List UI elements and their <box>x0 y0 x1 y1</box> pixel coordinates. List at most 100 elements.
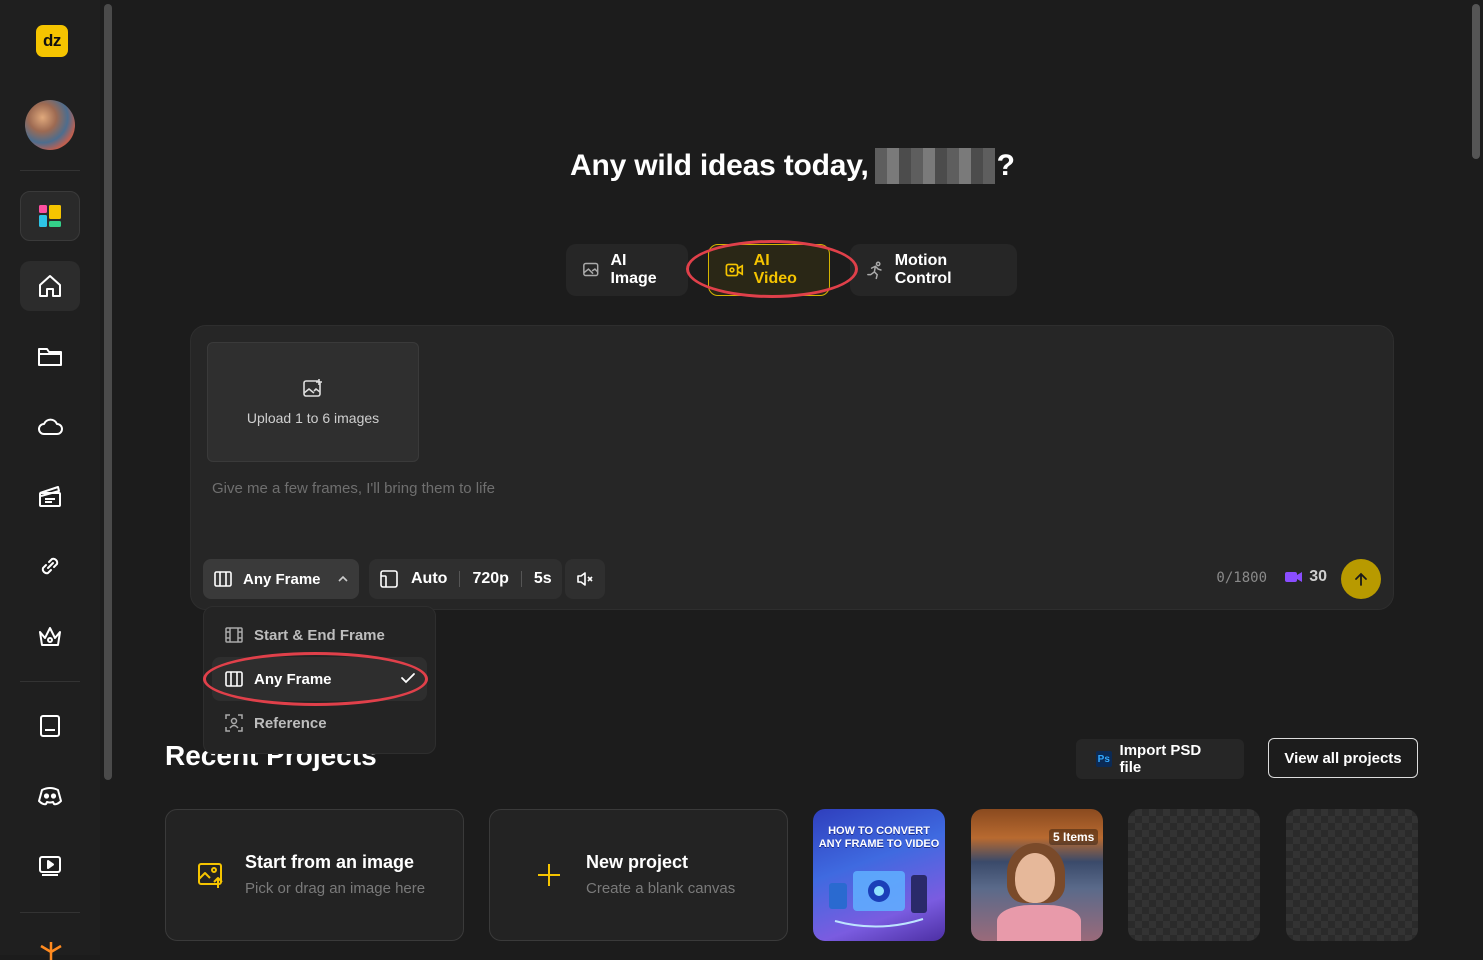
tab-motion-control-label: Motion Control <box>894 252 952 287</box>
sidebar-item-home[interactable] <box>20 261 80 311</box>
option-label: Reference <box>254 714 327 732</box>
aspect-ratio-icon <box>380 570 398 588</box>
frame-mode-select[interactable]: Any Frame <box>203 559 359 599</box>
speaker-muted-icon <box>577 572 593 586</box>
image-upload-area[interactable]: Upload 1 to 6 images <box>207 342 419 462</box>
dropdown-option-reference[interactable]: Reference <box>212 701 427 745</box>
project-thumbnail-empty[interactable] <box>1286 809 1418 941</box>
sidebar-item-integrations[interactable] <box>20 541 80 591</box>
sidebar-item-video[interactable] <box>20 841 80 891</box>
dropdown-option-start-end-frame[interactable]: Start & End Frame <box>212 613 427 657</box>
clapperboard-icon <box>39 486 61 507</box>
check-icon <box>401 673 415 684</box>
separator <box>520 571 522 587</box>
resolution-label: 720p <box>472 570 509 587</box>
tab-ai-image-label: AI Image <box>610 252 657 287</box>
image-icon <box>583 262 599 277</box>
greeting-end: ? <box>996 149 1015 182</box>
sidebar-item-premium[interactable] <box>20 611 80 661</box>
plus-icon <box>538 864 560 886</box>
sidebar-item-templates[interactable] <box>20 471 80 521</box>
sidebar-scrollbar[interactable] <box>102 0 114 955</box>
credit-cost: 30 <box>1285 568 1327 586</box>
video-credit-icon <box>1285 572 1303 582</box>
option-label: Start & End Frame <box>254 626 385 644</box>
sidebar-item-apps[interactable] <box>20 191 80 241</box>
crown-icon <box>39 627 61 646</box>
tab-ai-video-label: AI Video <box>753 252 797 287</box>
greeting-text: Any wild ideas today, <box>570 149 869 182</box>
sidebar-item-tutorials[interactable] <box>20 701 80 751</box>
sidebar-divider <box>20 912 80 913</box>
view-all-projects-button[interactable]: View all projects <box>1268 738 1418 778</box>
new-project-card[interactable]: New project Create a blank canvas <box>489 809 788 941</box>
aspect-label: Auto <box>411 570 448 587</box>
frame-mode-label: Any Frame <box>243 570 321 588</box>
tab-motion-control[interactable]: Motion Control <box>850 244 1017 296</box>
page-scrollbar[interactable] <box>1469 0 1483 955</box>
import-psd-label: Import PSD file <box>1119 742 1202 776</box>
thumbnail-photo <box>997 905 1081 941</box>
project-thumbnail-empty[interactable] <box>1128 809 1260 941</box>
sidebar-item-folder[interactable] <box>20 331 80 381</box>
gift-icon[interactable] <box>38 940 64 960</box>
thumbnail-caption-line: ANY FRAME TO VIDEO <box>818 838 940 850</box>
user-avatar[interactable] <box>25 100 75 150</box>
blurred-username <box>874 148 995 184</box>
cloud-icon <box>38 418 63 435</box>
composer-toolbar: Any Frame Auto 720p 5s 0/1800 30 <box>203 559 1381 599</box>
separator <box>459 571 461 587</box>
thumbnail-photo <box>1015 853 1055 903</box>
card-subtitle: Create a blank canvas <box>586 880 736 897</box>
character-counter: 0/1800 <box>1216 570 1267 586</box>
tab-ai-video[interactable]: AI Video <box>708 244 830 296</box>
card-subtitle: Pick or drag an image here <box>245 880 426 897</box>
reference-icon <box>225 714 243 732</box>
frames-icon <box>214 571 232 587</box>
film-grid-icon <box>225 627 243 643</box>
book-icon <box>40 715 60 737</box>
image-upload-icon <box>198 863 223 888</box>
greeting-headline: Any wild ideas today, ? <box>570 148 1015 184</box>
sidebar-item-cloud[interactable] <box>20 401 80 451</box>
tab-ai-image[interactable]: AI Image <box>566 244 688 296</box>
chevron-up-icon <box>337 575 348 582</box>
sidebar-divider <box>20 170 80 171</box>
card-title: Start from an image <box>245 852 415 872</box>
running-figure-icon <box>867 261 882 280</box>
card-title: New project <box>586 852 689 872</box>
arrow-up-icon <box>1355 572 1367 586</box>
folder-icon <box>38 348 62 366</box>
upload-label: Upload 1 to 6 images <box>246 410 380 426</box>
photoshop-icon: Ps <box>1096 751 1112 767</box>
mute-audio-button[interactable] <box>565 559 605 599</box>
home-icon <box>39 275 61 297</box>
discord-icon <box>38 787 62 806</box>
prompt-input[interactable]: Give me a few frames, I'll bring them to… <box>212 480 495 497</box>
generate-button[interactable] <box>1341 559 1381 599</box>
sidebar-item-discord[interactable] <box>20 771 80 821</box>
video-camera-icon <box>725 263 744 277</box>
project-thumbnail[interactable]: 5 Items <box>971 809 1103 941</box>
thumbnail-illustration <box>829 871 927 928</box>
credit-amount: 30 <box>1309 568 1327 585</box>
sidebar-divider <box>20 681 80 682</box>
dropdown-option-any-frame[interactable]: Any Frame <box>212 657 427 701</box>
items-count-badge: 5 Items <box>1049 829 1099 845</box>
play-icon <box>39 856 61 876</box>
option-label: Any Frame <box>254 670 332 688</box>
video-settings-button[interactable]: Auto 720p 5s <box>369 559 562 599</box>
app-logo[interactable]: dz <box>36 25 68 57</box>
apps-icon <box>39 205 61 227</box>
sidebar: dz <box>0 0 100 960</box>
project-thumbnail[interactable]: HOW TO CONVERT ANY FRAME TO VIDEO <box>813 809 945 941</box>
frame-mode-dropdown: Start & End Frame Any Frame Reference <box>203 606 436 754</box>
add-image-icon <box>303 379 322 397</box>
start-from-image-card[interactable]: Start from an image Pick or drag an imag… <box>165 809 464 941</box>
duration-label: 5s <box>533 570 552 587</box>
thumbnail-caption-line: HOW TO CONVERT <box>828 825 930 837</box>
frames-icon <box>225 671 243 687</box>
prompt-composer: Upload 1 to 6 images Give me a few frame… <box>190 325 1394 610</box>
import-psd-button[interactable]: Ps Import PSD file <box>1076 739 1244 779</box>
thumbnail-caption: HOW TO CONVERT ANY FRAME TO VIDEO <box>813 825 945 851</box>
